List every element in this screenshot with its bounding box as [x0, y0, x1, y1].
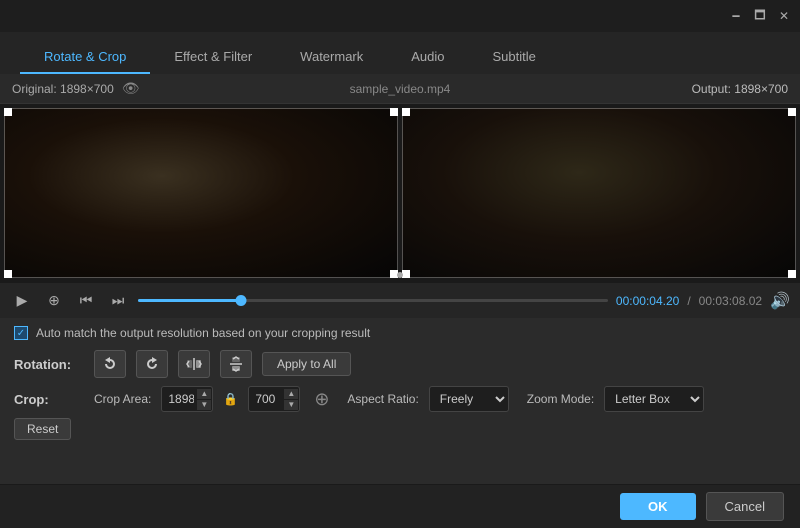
- right-video-frame: [402, 108, 796, 278]
- tab-audio[interactable]: Audio: [387, 41, 468, 74]
- crop-handle-tl[interactable]: [4, 108, 12, 116]
- current-time: 00:00:04.20: [616, 294, 679, 308]
- close-button[interactable]: ✕: [776, 8, 792, 24]
- playback-bar: ▶ ⊕ ⏮ ⏭ 00:00:04.20 / 00:03:08.02 🔊: [0, 282, 800, 318]
- crop-handles-right: [402, 108, 796, 278]
- rotate-ccw-button[interactable]: [94, 350, 126, 378]
- rotation-row: Rotation: Apply to All: [14, 350, 786, 378]
- total-duration: 00:03:08.02: [699, 294, 762, 308]
- crop-handle-tr[interactable]: [390, 108, 398, 116]
- original-resolution: Original: 1898×700: [12, 82, 114, 96]
- crop-area-label: Crop Area:: [94, 392, 151, 406]
- crop-height-wrap: ▲ ▼: [248, 386, 300, 412]
- flip-vertical-button[interactable]: [220, 350, 252, 378]
- reset-button[interactable]: Reset: [14, 418, 71, 440]
- aspect-ratio-select[interactable]: Freely 16:9 4:3 1:1: [429, 386, 509, 412]
- crop-height-up[interactable]: ▲: [284, 389, 298, 399]
- total-time: /: [687, 294, 690, 308]
- output-resolution: Output: 1898×700: [692, 82, 788, 96]
- progress-fill: [138, 299, 241, 302]
- minimize-button[interactable]: 🗕: [728, 8, 744, 24]
- eye-icon[interactable]: 👁: [122, 80, 140, 97]
- left-video-panel: [4, 108, 398, 278]
- tabs-bar: Rotate & Crop Effect & Filter Watermark …: [0, 32, 800, 74]
- volume-icon[interactable]: 🔊: [770, 291, 790, 311]
- zoom-mode-label: Zoom Mode:: [527, 392, 594, 406]
- auto-match-checkbox[interactable]: [14, 326, 28, 340]
- crop-handle-tl-r: [402, 108, 410, 116]
- crop-handle-br-r: [788, 270, 796, 278]
- crop-height-down[interactable]: ▼: [284, 400, 298, 410]
- right-video-panel: [402, 108, 796, 278]
- crop-center-marker: [397, 272, 403, 278]
- apply-to-all-button[interactable]: Apply to All: [262, 352, 351, 376]
- crop-width-spinners: ▲ ▼: [197, 389, 211, 410]
- next-button[interactable]: ⏭: [106, 289, 130, 313]
- tab-watermark[interactable]: Watermark: [276, 41, 387, 74]
- controls-area: Auto match the output resolution based o…: [0, 318, 800, 448]
- rotate-cw-button[interactable]: [136, 350, 168, 378]
- rotate-ccw-icon: [102, 356, 118, 372]
- crop-height-spinners: ▲ ▼: [284, 389, 298, 410]
- tab-effect-filter[interactable]: Effect & Filter: [150, 41, 276, 74]
- flip-v-icon: [228, 356, 244, 372]
- zoom-mode-select[interactable]: Letter Box Pan & Scan Full: [604, 386, 704, 412]
- title-bar: 🗕 🗖 ✕: [0, 0, 800, 32]
- info-bar: Original: 1898×700 👁 sample_video.mp4 Ou…: [0, 74, 800, 104]
- prev-button[interactable]: ⏮: [74, 289, 98, 313]
- tab-rotate-crop[interactable]: Rotate & Crop: [20, 41, 150, 74]
- flip-h-icon: [186, 356, 202, 372]
- crop-handles-left[interactable]: [4, 108, 398, 278]
- preview-area: [0, 104, 800, 282]
- crop-width-up[interactable]: ▲: [197, 389, 211, 399]
- crop-label: Crop:: [14, 392, 84, 407]
- aspect-ratio-label: Aspect Ratio:: [347, 392, 418, 406]
- crop-row: Crop: Crop Area: ▲ ▼ 🔒 ▲ ▼ ⊕ Aspect Rati…: [14, 386, 786, 412]
- crop-width-wrap: ▲ ▼: [161, 386, 213, 412]
- progress-bar[interactable]: [138, 299, 608, 302]
- crop-handle-bl[interactable]: [4, 270, 12, 278]
- lock-icon[interactable]: 🔒: [223, 392, 238, 406]
- clip-button[interactable]: ⊕: [42, 289, 66, 313]
- crosshair-icon[interactable]: ⊕: [314, 389, 329, 410]
- rotate-cw-icon: [144, 356, 160, 372]
- rotation-label: Rotation:: [14, 357, 84, 372]
- left-video-frame: [4, 108, 398, 278]
- ok-button[interactable]: OK: [620, 493, 696, 520]
- tab-subtitle[interactable]: Subtitle: [469, 41, 560, 74]
- auto-match-label: Auto match the output resolution based o…: [36, 326, 370, 340]
- crop-handle-bl-r: [402, 270, 410, 278]
- progress-handle[interactable]: [236, 295, 247, 306]
- crop-width-down[interactable]: ▼: [197, 400, 211, 410]
- flip-horizontal-button[interactable]: [178, 350, 210, 378]
- cancel-button[interactable]: Cancel: [706, 492, 784, 521]
- auto-match-row: Auto match the output resolution based o…: [14, 326, 786, 340]
- bottom-bar: OK Cancel: [0, 484, 800, 528]
- play-button[interactable]: ▶: [10, 289, 34, 313]
- crop-handle-tr-r: [788, 108, 796, 116]
- maximize-button[interactable]: 🗖: [752, 8, 768, 24]
- filename: sample_video.mp4: [350, 82, 451, 96]
